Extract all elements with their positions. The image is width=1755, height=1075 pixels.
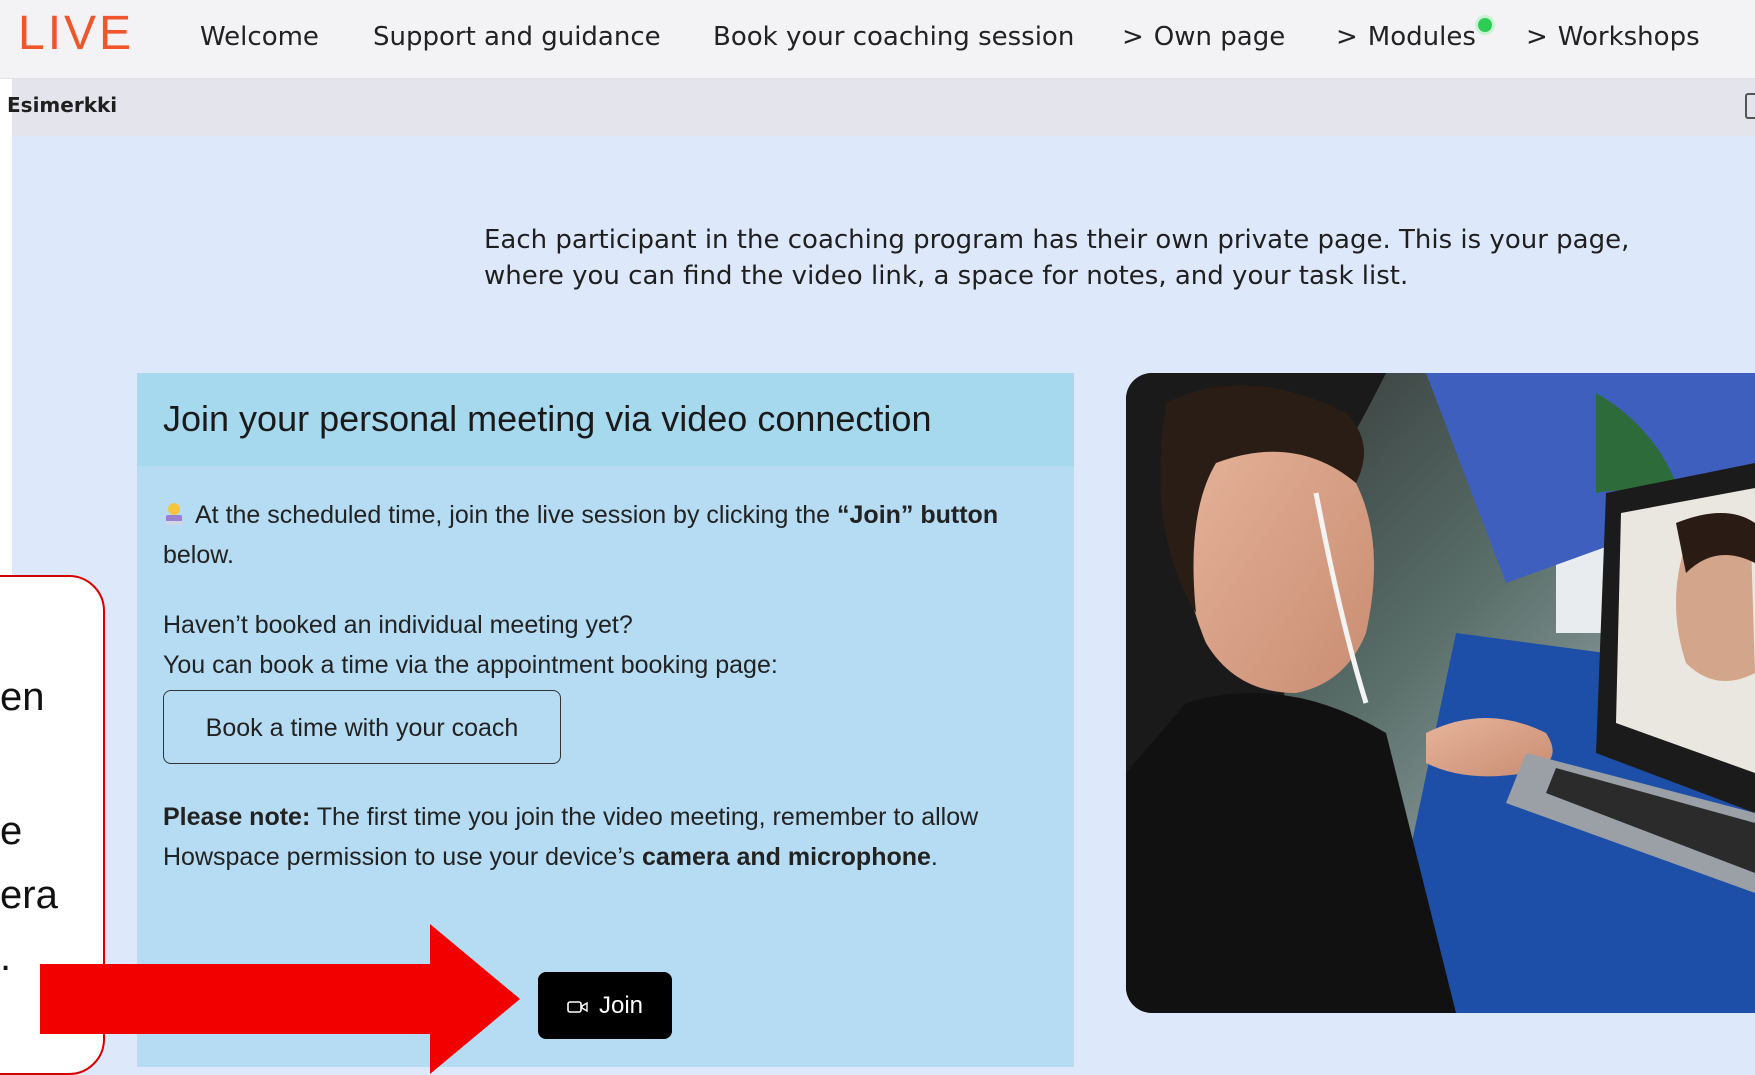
nav-modules-label: Modules <box>1367 22 1476 52</box>
join-instruction-text: At the scheduled time, join the live ses… <box>195 501 838 529</box>
join-instruction-end: below. <box>163 541 234 569</box>
chevron-right-icon: > <box>1336 22 1358 52</box>
red-arrow-right-icon <box>40 924 520 1074</box>
nav-book-coaching[interactable]: Book your coaching session <box>713 22 1074 52</box>
nav-book-coaching-label: Book your coaching session <box>713 22 1075 52</box>
callout-line-3: era <box>0 873 58 917</box>
note-bold-devices: camera and microphone <box>641 843 931 871</box>
nav-support-label: Support and guidance <box>373 22 661 52</box>
join-instruction: At the scheduled time, join the live ses… <box>163 495 1043 575</box>
nav-modules[interactable]: > Modules <box>1336 22 1476 52</box>
card-header: Join your personal meeting via video con… <box>137 373 1074 466</box>
nav-workshops-label: Workshops <box>1557 22 1700 52</box>
permission-note: Please note: The first time you join the… <box>163 797 1043 877</box>
nav-welcome-label: Welcome <box>200 22 319 52</box>
card-title: Join your personal meeting via video con… <box>163 398 932 439</box>
chevron-right-icon: > <box>1526 22 1548 52</box>
video-camera-icon <box>567 1001 588 1013</box>
callout-line-2: e <box>0 809 23 853</box>
booking-hint: You can book a time via the appointment … <box>163 651 778 679</box>
join-button[interactable]: Join <box>538 972 672 1039</box>
sub-header-bar: Esimerkki <box>7 79 1755 136</box>
nav-welcome[interactable]: Welcome <box>200 22 319 52</box>
person-laptop-icon <box>165 503 183 525</box>
nav-support[interactable]: Support and guidance <box>373 22 661 52</box>
modules-status-dot <box>1478 18 1492 32</box>
note-end: . <box>930 843 938 871</box>
intro-text: Each participant in the coaching program… <box>484 225 1630 291</box>
nav-workshops[interactable]: > Workshops <box>1526 22 1700 52</box>
top-navigation: LIVE Welcome Support and guidance Book y… <box>0 0 1755 79</box>
book-coach-button[interactable]: Book a time with your coach <box>163 690 561 764</box>
page-action-icon[interactable] <box>1745 93 1755 119</box>
workspace-label: Esimerkki <box>7 93 118 117</box>
chevron-right-icon: > <box>1122 22 1144 52</box>
photo-illustration <box>1126 373 1755 1013</box>
note-label: Please note: <box>163 803 311 831</box>
live-logo[interactable]: LIVE <box>18 6 134 61</box>
booking-question: Haven’t booked an individual meeting yet… <box>163 611 633 639</box>
nav-own-page-label: Own page <box>1153 22 1286 52</box>
callout-line-1: en <box>0 675 45 719</box>
callout-line-4: . <box>0 935 12 979</box>
join-button-label: Join <box>598 992 644 1019</box>
woman-video-call-photo <box>1126 373 1755 1013</box>
nav-own-page[interactable]: > Own page <box>1122 22 1285 52</box>
join-instruction-bold: “Join” button <box>837 501 999 529</box>
